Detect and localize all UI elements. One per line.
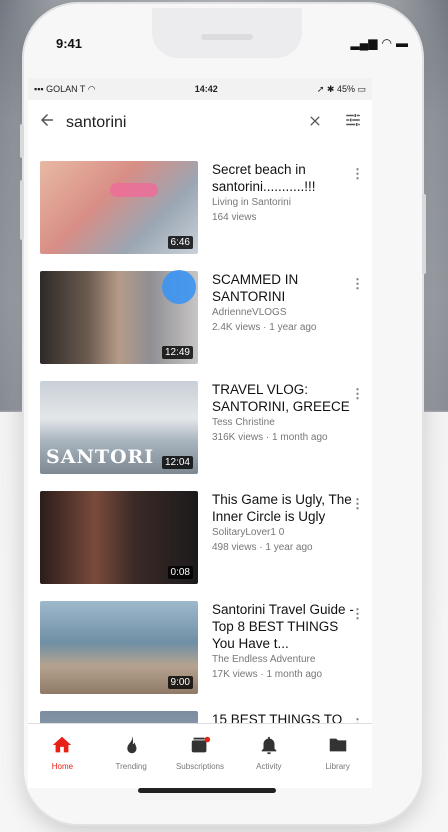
video-channel: AdrienneVLOGS: [212, 307, 287, 318]
video-stats: 17K views · 1 month ago: [212, 669, 323, 680]
video-thumbnail[interactable]: 0:08: [40, 491, 198, 584]
video-result[interactable]: 0:08 This Game is Ugly, The Inner Circle…: [28, 476, 372, 586]
video-title[interactable]: TRAVEL VLOG: SANTORINI, GREECE: [212, 381, 358, 415]
location-icon: ➚: [316, 83, 327, 94]
video-duration: 12:49: [161, 346, 193, 359]
phone-notch: [152, 8, 302, 58]
back-arrow-icon[interactable]: [28, 111, 66, 135]
video-stats: 316K views · 1 month ago: [212, 432, 328, 443]
subscriptions-icon: [191, 736, 211, 753]
wifi-icon: ◠: [87, 83, 96, 94]
home-icon: [53, 736, 72, 753]
video-duration: 9:00: [167, 676, 193, 689]
video-stats: 2.4K views · 1 year ago: [212, 322, 317, 333]
video-title[interactable]: This Game is Ugly, The Inner Circle is U…: [212, 491, 358, 525]
bottom-navigation: Home Trending Subscriptions Activity Lib…: [28, 723, 372, 788]
signal-icon: ▪▪▪: [34, 83, 47, 94]
video-channel: The Endless Adventure: [212, 654, 316, 665]
nav-library[interactable]: Library: [303, 724, 372, 788]
video-thumbnail[interactable]: 6:46: [40, 161, 198, 254]
video-channel: Tess Christine: [212, 417, 275, 428]
carrier-label: ▪▪▪ GOLAN T ◠: [34, 83, 96, 94]
signal-icon: ▂▄▆: [350, 36, 378, 50]
results-list: 6:46 Secret beach in santorini..........…: [28, 146, 372, 724]
video-thumbnail[interactable]: 9:00: [40, 601, 198, 694]
nav-trending[interactable]: Trending: [97, 724, 166, 788]
video-title[interactable]: SCAMMED IN SANTORINI: [212, 271, 358, 305]
folder-icon: [329, 738, 346, 752]
app-screen: ▪▪▪ GOLAN T ◠ 14:42 ➚ ✱ 45% ▭ santorini …: [28, 78, 372, 788]
nav-home[interactable]: Home: [28, 724, 97, 788]
video-stats: 164 views: [212, 212, 257, 223]
bluetooth-icon: ✱: [326, 83, 337, 94]
video-channel: SolitaryLover1 0: [212, 527, 285, 538]
thumbnail-overlay-text: SANTORI: [46, 446, 155, 468]
device-time: 9:41: [56, 36, 83, 51]
home-indicator[interactable]: [138, 788, 276, 793]
search-query[interactable]: santorini: [66, 114, 296, 132]
video-result[interactable]: SANTORI 12:04 TRAVEL VLOG: SANTORINI, GR…: [28, 366, 372, 476]
video-thumbnail[interactable]: SANTORI 12:04: [40, 381, 198, 474]
more-options-icon[interactable]: ⋮: [351, 276, 364, 292]
inner-status-bar: ▪▪▪ GOLAN T ◠ 14:42 ➚ ✱ 45% ▭: [28, 78, 372, 100]
search-bar: santorini: [28, 100, 372, 147]
video-result[interactable]: 12:49 SCAMMED IN SANTORINI AdrienneVLOGS…: [28, 256, 372, 366]
nav-activity[interactable]: Activity: [234, 724, 303, 788]
phone-side-button: [422, 194, 426, 274]
more-options-icon[interactable]: ⋮: [351, 496, 364, 512]
clear-search-icon[interactable]: [296, 112, 334, 135]
phone-side-button: [20, 180, 24, 240]
more-options-icon[interactable]: ⋮: [351, 606, 364, 622]
video-result[interactable]: 9:00 Santorini Travel Guide - Top 8 BEST…: [28, 586, 372, 696]
more-options-icon[interactable]: ⋮: [351, 166, 364, 182]
video-title[interactable]: Santorini Travel Guide - Top 8 BEST THIN…: [212, 601, 358, 652]
battery-label: ➚ ✱ 45% ▭: [316, 83, 366, 94]
filter-icon[interactable]: [334, 111, 372, 135]
device-status-icons: ▂▄▆ ◠ ▬: [351, 36, 408, 50]
video-duration: 0:08: [167, 566, 193, 579]
video-duration: 12:04: [161, 456, 193, 469]
video-duration: 6:46: [167, 236, 193, 249]
wifi-icon: ◠: [381, 36, 392, 50]
touch-indicator: [162, 270, 196, 304]
more-options-icon[interactable]: ⋮: [351, 386, 364, 402]
video-result[interactable]: 15 BEST THINGS TO ⋮: [28, 696, 372, 724]
video-title[interactable]: Secret beach in santorini...........!!!: [212, 161, 358, 195]
bell-icon: [261, 736, 277, 755]
video-stats: 498 views · 1 year ago: [212, 542, 313, 553]
battery-icon: ▭: [357, 83, 366, 94]
battery-icon: ▬: [396, 36, 408, 50]
phone-side-button: [20, 124, 24, 158]
video-result[interactable]: 6:46 Secret beach in santorini..........…: [28, 146, 372, 256]
inner-time: 14:42: [194, 84, 218, 94]
flame-icon: [127, 735, 137, 754]
video-channel: Living in Santorini: [212, 197, 291, 208]
nav-subscriptions[interactable]: Subscriptions: [166, 724, 235, 788]
